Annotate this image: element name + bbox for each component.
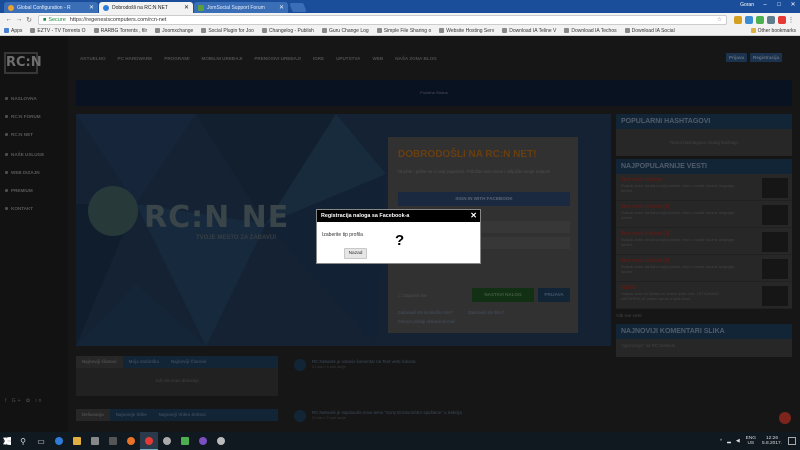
- browser-tab-3[interactable]: JomSocial Support Forum ✕: [194, 2, 288, 13]
- dialog-title: Registracija naloga sa Facebook-a: [321, 213, 410, 219]
- browser-toolbar: ← → ↻ ■ Secure https://regenesiscomputer…: [0, 13, 800, 26]
- volume-icon[interactable]: ◀: [736, 439, 740, 444]
- bookmark-icon: [30, 28, 36, 33]
- dialog-body: Izaberite tip profila ? Nazad: [317, 222, 480, 264]
- profile-name[interactable]: Goran: [740, 2, 754, 8]
- bookmark-item[interactable]: Guru Change Log: [321, 28, 369, 34]
- back-arrow-icon[interactable]: ←: [4, 16, 14, 23]
- network-icon[interactable]: ▂: [727, 439, 731, 444]
- profile-type-label: Izaberite tip profila: [322, 232, 363, 238]
- close-window-button[interactable]: ✕: [786, 0, 800, 10]
- missing-content-question-mark: ?: [395, 232, 405, 249]
- bookmark-icon: [201, 28, 207, 33]
- file-explorer-icon[interactable]: [68, 432, 86, 450]
- bookmark-item[interactable]: RARBG Torrents , filr: [93, 28, 147, 34]
- windows-taskbar: ⚲ ▭ ^ ▂ ◀ ENG US 12:26 5.8.2017.: [0, 432, 800, 450]
- tab-title: Dobrodošli na RC:N NET: [112, 4, 168, 11]
- extension-icon[interactable]: [767, 15, 775, 24]
- secure-label: Secure: [48, 16, 66, 23]
- bookmark-item[interactable]: Joomxchange: [155, 28, 193, 34]
- mail-icon[interactable]: [104, 432, 122, 450]
- other-bookmarks[interactable]: Other bookmarks: [750, 28, 796, 34]
- bookmark-item[interactable]: Changelog - Publish: [261, 28, 314, 34]
- firefox-icon[interactable]: [122, 432, 140, 450]
- minimize-button[interactable]: –: [758, 0, 772, 10]
- window-controls: – □ ✕: [758, 0, 800, 10]
- task-view-icon[interactable]: ▭: [32, 432, 50, 450]
- bookmark-item[interactable]: Download IA Teline V: [502, 28, 556, 34]
- close-icon[interactable]: ✕: [470, 210, 477, 222]
- bookmark-icon: [376, 28, 382, 33]
- clock[interactable]: 12:26 5.8.2017.: [762, 436, 782, 447]
- joomla-icon: [8, 4, 14, 11]
- bookmark-item[interactable]: Apps: [4, 28, 22, 34]
- browser-tab-strip: Global Configuration - R ✕ Dobrodošli na…: [0, 0, 800, 13]
- bookmark-icon: [564, 28, 570, 33]
- url-text[interactable]: https://regenesiscomputers.com/rcn-net: [70, 17, 167, 23]
- browser-tab-1[interactable]: Global Configuration - R ✕: [4, 2, 98, 13]
- bookmark-icon: [93, 28, 99, 33]
- viber-icon[interactable]: [194, 432, 212, 450]
- bookmark-icon: [624, 28, 630, 33]
- input-language[interactable]: ENG US: [746, 436, 756, 446]
- bookmark-item[interactable]: Download IA Social: [624, 28, 675, 34]
- close-icon[interactable]: ✕: [279, 4, 284, 11]
- app-icon[interactable]: [212, 432, 230, 450]
- back-button[interactable]: Nazad: [344, 248, 367, 259]
- tray-chevron-icon[interactable]: ^: [720, 439, 722, 444]
- rcn-favicon-icon: [103, 4, 109, 11]
- close-icon[interactable]: ✕: [89, 4, 94, 11]
- search-icon[interactable]: ⚲: [14, 432, 32, 450]
- bookmark-icon: [502, 28, 508, 33]
- browser-tab-2[interactable]: Dobrodošli na RC:N NET ✕: [99, 2, 193, 13]
- chrome-icon[interactable]: [140, 432, 158, 450]
- extension-icon[interactable]: [778, 15, 786, 24]
- edge-icon[interactable]: [50, 432, 68, 450]
- tab-title: JomSocial Support Forum: [207, 4, 265, 11]
- system-tray: ^ ▂ ◀ ENG US 12:26 5.8.2017.: [720, 436, 800, 447]
- bookmark-item[interactable]: Social Plugin for Joo: [201, 28, 254, 34]
- bookmark-item[interactable]: Download IA Techos: [564, 28, 617, 34]
- address-bar[interactable]: ■ Secure https://regenesiscomputers.com/…: [38, 14, 727, 25]
- lock-icon: ■: [43, 16, 47, 23]
- app-icon[interactable]: [176, 432, 194, 450]
- bookmark-item[interactable]: Website Hosting Serv: [439, 28, 494, 34]
- dialog-header: Registracija naloga sa Facebook-a ✕: [317, 210, 480, 222]
- close-icon[interactable]: ✕: [184, 4, 189, 11]
- tab-title: Global Configuration - R: [17, 4, 71, 11]
- extension-icon[interactable]: [745, 15, 753, 24]
- folder-icon: [750, 28, 756, 33]
- bookmark-icon: [155, 28, 161, 33]
- apps-icon: [4, 28, 9, 33]
- bookmark-star-icon[interactable]: ☆: [717, 17, 722, 23]
- notifications-icon[interactable]: [788, 437, 796, 445]
- bookmark-item[interactable]: EZTV - TV Torrents O: [30, 28, 86, 34]
- forward-arrow-icon[interactable]: →: [14, 16, 24, 23]
- extension-icon[interactable]: [756, 15, 764, 24]
- menu-dots-icon[interactable]: ⋮: [786, 16, 796, 24]
- maximize-button[interactable]: □: [772, 0, 786, 10]
- facebook-register-dialog: Registracija naloga sa Facebook-a ✕ Izab…: [316, 209, 481, 264]
- app-icon[interactable]: [158, 432, 176, 450]
- new-tab-button[interactable]: [289, 3, 307, 12]
- bookmark-icon: [321, 28, 327, 33]
- reload-icon[interactable]: ↻: [24, 16, 34, 24]
- bookmark-icon: [439, 28, 445, 33]
- bookmark-icon: [261, 28, 267, 33]
- bookmark-item[interactable]: Simple File Sharing o: [376, 28, 431, 34]
- windows-logo-icon: [3, 437, 11, 445]
- extension-icon[interactable]: [734, 15, 742, 24]
- bookmarks-bar: Apps EZTV - TV Torrents O RARBG Torrents…: [0, 26, 800, 36]
- start-button[interactable]: [0, 432, 14, 450]
- store-icon[interactable]: [86, 432, 104, 450]
- jomsocial-icon: [198, 4, 204, 11]
